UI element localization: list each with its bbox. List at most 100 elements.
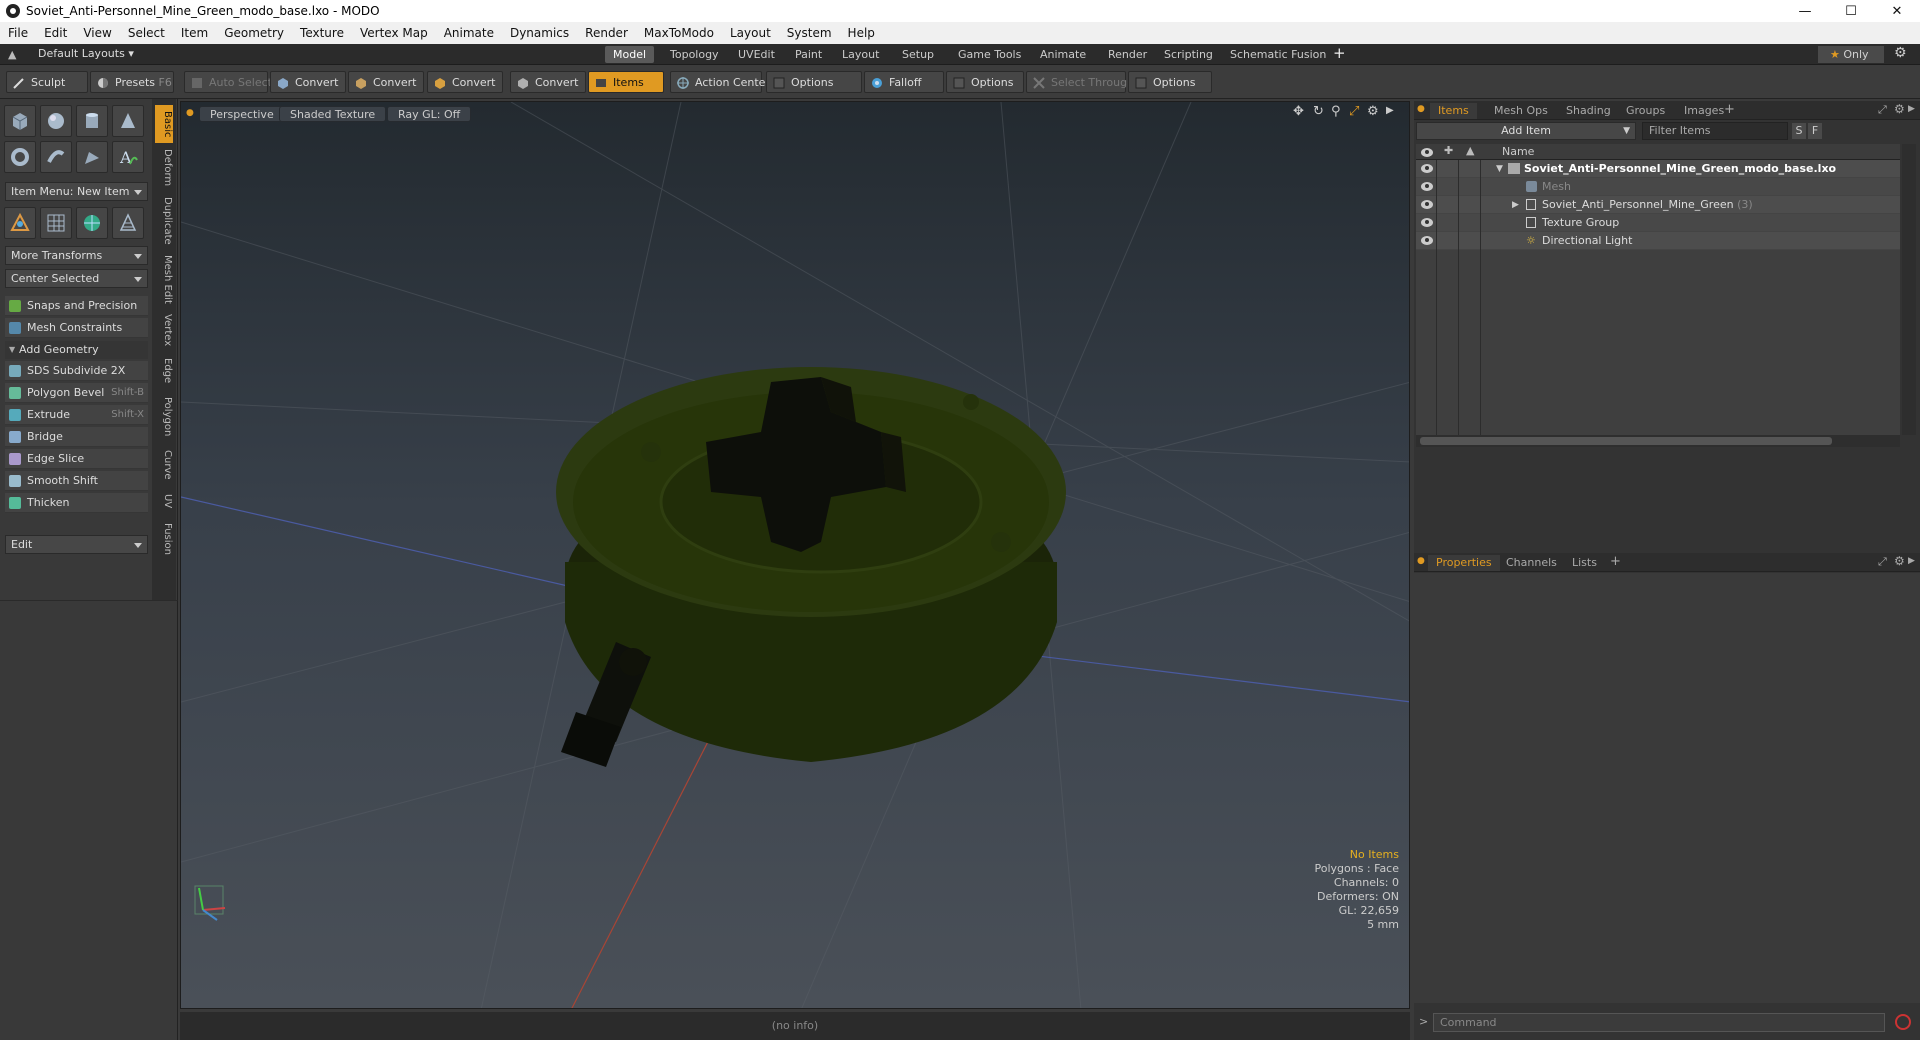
expand-arrow-icon[interactable]: ▼ (1496, 160, 1503, 178)
only-toggle[interactable]: ★ Only (1818, 46, 1884, 63)
menu-view[interactable]: View (75, 26, 119, 40)
tab-groups[interactable]: Groups (1618, 103, 1673, 119)
vtab-polygon[interactable]: Polygon (155, 393, 173, 441)
tree-row-mesh[interactable]: Mesh (1416, 178, 1900, 196)
3d-viewport[interactable]: ● Perspective Shaded Texture Ray GL: Off… (180, 101, 1410, 1009)
tree-row-group[interactable]: ▶ Soviet_Anti_Personnel_Mine_Green (3) (1416, 196, 1900, 214)
menu-help[interactable]: Help (840, 26, 883, 40)
edge-slice-button[interactable]: Edge Slice (5, 449, 148, 469)
command-input[interactable]: Command (1433, 1013, 1885, 1032)
vtab-vertex[interactable]: Vertex (155, 311, 173, 349)
menu-animate[interactable]: Animate (436, 26, 502, 40)
cube-tool-button[interactable] (4, 105, 36, 137)
menu-render[interactable]: Render (577, 26, 636, 40)
tab-schematic-fusion[interactable]: Schematic Fusion (1222, 46, 1334, 63)
filter-f-button[interactable]: F (1808, 123, 1822, 139)
layout-arrow-icon[interactable]: ▲ (8, 48, 16, 61)
record-macro-icon[interactable] (1895, 1014, 1911, 1030)
minimize-icon[interactable]: — (1782, 0, 1828, 22)
sphere-tool-button[interactable] (40, 105, 72, 137)
convert-vertices-button[interactable]: Convert (270, 71, 346, 93)
sculpt-button[interactable]: Sculpt (6, 71, 88, 93)
presets-button[interactable]: Presets F6 (90, 71, 174, 93)
tab-model[interactable]: Model (605, 46, 655, 63)
tab-properties[interactable]: Properties (1428, 555, 1500, 571)
tab-scripting[interactable]: Scripting (1156, 46, 1221, 63)
tab-paint[interactable]: Paint (787, 46, 830, 63)
convert-materials-button[interactable]: Convert (510, 71, 586, 93)
torus-tool-button[interactable] (4, 141, 36, 173)
action-center-options-button[interactable]: Options (766, 71, 862, 93)
name-column-header[interactable]: Name (1502, 145, 1534, 158)
extrude-button[interactable]: Extrude Shift-X (5, 405, 148, 425)
menu-texture[interactable]: Texture (292, 26, 352, 40)
convert-edges-button[interactable]: Convert (348, 71, 424, 93)
expand-arrow-icon[interactable]: ▶ (1512, 196, 1519, 214)
falloff-button[interactable]: Falloff (864, 71, 944, 93)
vtab-edge[interactable]: Edge (155, 355, 173, 387)
add-tab-icon[interactable]: + (1333, 44, 1346, 62)
items-mode-button[interactable]: Items (588, 71, 664, 93)
action-center-button[interactable]: Action Center (670, 71, 770, 93)
bridge-button[interactable]: Bridge (5, 427, 148, 447)
pyramid-tool-button[interactable] (112, 207, 144, 239)
filter-items-input[interactable]: Filter Items (1642, 122, 1788, 140)
menu-vertex-map[interactable]: Vertex Map (352, 26, 436, 40)
expand-panel-icon[interactable]: ⤢ (1878, 555, 1887, 569)
vtab-uv[interactable]: UV (155, 489, 173, 513)
smooth-shift-button[interactable]: Smooth Shift (5, 471, 148, 491)
vtab-fusion[interactable]: Fusion (155, 519, 173, 559)
vtab-mesh-edit[interactable]: Mesh Edit (155, 253, 173, 305)
thicken-button[interactable]: Thicken (5, 493, 148, 513)
visibility-eye-icon[interactable] (1421, 164, 1433, 173)
panel-settings-icon[interactable]: ⚙ (1894, 554, 1905, 568)
tab-topology[interactable]: Topology (662, 46, 727, 63)
more-transforms-dropdown[interactable]: More Transforms (5, 246, 148, 265)
polygon-bevel-button[interactable]: Polygon Bevel Shift-B (5, 383, 148, 403)
grid-tool-button[interactable] (40, 207, 72, 239)
vtab-curve[interactable]: Curve (155, 447, 173, 483)
add-item-dropdown[interactable]: Add Item ▼ (1416, 122, 1636, 140)
add-tab-icon[interactable]: + (1724, 102, 1735, 117)
filter-s-button[interactable]: S (1792, 123, 1806, 139)
convert-polygons-button[interactable]: Convert (427, 71, 503, 93)
tab-channels[interactable]: Channels (1498, 555, 1565, 571)
globe-tool-button[interactable] (76, 207, 108, 239)
tab-game-tools[interactable]: Game Tools (950, 46, 1029, 63)
tab-layout[interactable]: Layout (834, 46, 887, 63)
menu-dynamics[interactable]: Dynamics (502, 26, 577, 40)
menu-system[interactable]: System (779, 26, 840, 40)
sds-subdivide-button[interactable]: SDS Subdivide 2X (5, 361, 148, 381)
items-horizontal-scrollbar[interactable] (1416, 435, 1900, 447)
snaps-and-precision-button[interactable]: Snaps and Precision (5, 296, 148, 316)
panel-menu-icon[interactable]: ● (1417, 104, 1425, 114)
tab-lists[interactable]: Lists (1564, 555, 1605, 571)
pen-tool-button[interactable] (76, 141, 108, 173)
menu-layout[interactable]: Layout (722, 26, 779, 40)
menu-edit[interactable]: Edit (36, 26, 75, 40)
tube-tool-button[interactable] (40, 141, 72, 173)
add-tab-icon[interactable]: + (1610, 554, 1621, 569)
tree-row-directional-light[interactable]: ☼ Directional Light (1416, 232, 1900, 250)
center-selected-dropdown[interactable]: Center Selected (5, 269, 148, 288)
item-menu-dropdown[interactable]: Item Menu: New Item (5, 182, 148, 201)
vtab-duplicate[interactable]: Duplicate (155, 195, 173, 247)
menu-item[interactable]: Item (173, 26, 216, 40)
menu-select[interactable]: Select (120, 26, 173, 40)
items-vertical-scrollbar[interactable] (1902, 144, 1916, 435)
tree-row-scene[interactable]: ▼ Soviet_Anti-Personnel_Mine_Green_modo_… (1416, 160, 1900, 178)
maximize-icon[interactable]: ☐ (1828, 0, 1874, 22)
default-layouts-dropdown[interactable]: Default Layouts ▾ (38, 47, 134, 60)
transform-tool-button[interactable] (4, 207, 36, 239)
tree-row-texture-group[interactable]: Texture Group (1416, 214, 1900, 232)
cone-tool-button[interactable] (112, 105, 144, 137)
gear-icon[interactable]: ⚙ (1894, 45, 1907, 61)
tab-uvedit[interactable]: UVEdit (730, 46, 783, 63)
auto-select-button[interactable]: Auto Select (184, 71, 272, 93)
visibility-eye-icon[interactable] (1421, 218, 1433, 227)
tab-shading[interactable]: Shading (1558, 103, 1619, 119)
visibility-eye-icon[interactable] (1421, 182, 1433, 191)
add-geometry-section[interactable]: ▼ Add Geometry (5, 341, 148, 359)
panel-more-icon[interactable]: ▶ (1908, 104, 1915, 114)
close-icon[interactable]: ✕ (1874, 0, 1920, 22)
